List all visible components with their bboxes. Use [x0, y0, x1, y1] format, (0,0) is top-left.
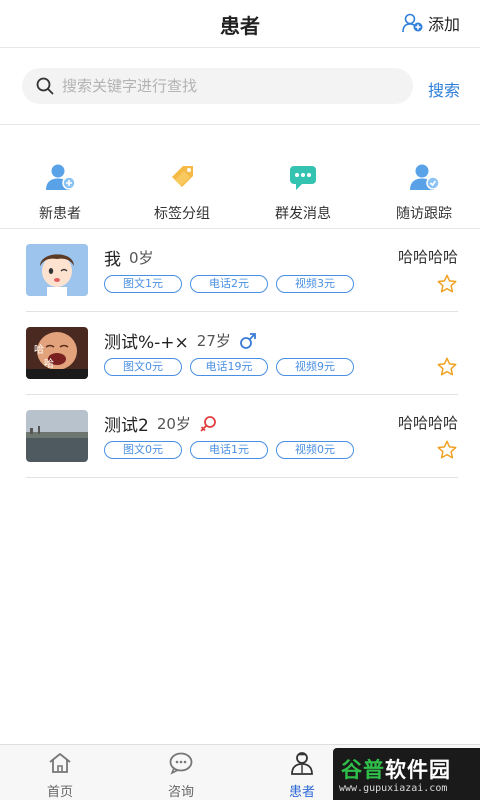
male-icon	[239, 332, 256, 349]
patient-name: 测试%-+×	[104, 333, 189, 353]
patient-age: 27岁	[196, 332, 231, 350]
patient-row[interactable]: 哈 哈 测试%-+× 27岁 图文0元 电话19元 视频9元	[26, 312, 458, 395]
patient-age: 20岁	[156, 415, 191, 433]
watermark-title-a: 谷普	[341, 758, 385, 782]
patient-age: 0岁	[129, 249, 154, 267]
quick-action-label: 群发消息	[275, 206, 331, 222]
top-header: 患者 添加	[0, 0, 480, 48]
chat-icon	[169, 752, 193, 775]
patient-row[interactable]: 测试2 20岁 图文0元 电话1元 视频0元 哈哈哈哈	[26, 395, 458, 478]
patient-row[interactable]: 我 0岁 图文1元 电话2元 视频3元 哈哈哈哈	[26, 229, 458, 312]
star-icon[interactable]	[436, 439, 458, 461]
quick-action-tag-group[interactable]: 标签分组	[127, 163, 237, 223]
add-user-icon	[402, 13, 423, 33]
cartoon-boy-avatar	[26, 244, 88, 296]
quick-action-new-patient[interactable]: 新患者	[5, 163, 115, 223]
search-input[interactable]	[62, 77, 382, 95]
user-add-icon	[46, 164, 76, 190]
add-label: 添加	[427, 15, 460, 34]
laughing-kid-avatar: 哈 哈	[26, 327, 88, 379]
home-icon	[49, 753, 71, 773]
tab-home[interactable]: 首页	[20, 751, 100, 800]
patient-name-line: 我 0岁	[104, 245, 154, 270]
service-tags: 图文0元 电话19元 视频9元	[104, 358, 354, 376]
phone-consult-tag: 电话1元	[190, 441, 268, 459]
quick-action-label: 随访跟踪	[396, 206, 452, 222]
video-consult-tag: 视频9元	[276, 358, 354, 376]
phone-consult-tag: 电话19元	[190, 358, 268, 376]
star-icon[interactable]	[436, 273, 458, 295]
star-icon[interactable]	[436, 356, 458, 378]
avatar-caption-right: 哈	[44, 357, 54, 370]
patient-avatar	[26, 410, 88, 462]
lake-photo-avatar	[26, 410, 88, 462]
patient-name: 我	[104, 250, 121, 270]
watermark-logo: 谷普软件园 www.gupuxiazai.com	[333, 748, 480, 800]
text-consult-tag: 图文0元	[104, 358, 182, 376]
watermark-title-b: 软件园	[385, 758, 451, 782]
tab-patients[interactable]: 患者	[262, 751, 342, 800]
avatar-caption-left: 哈	[34, 343, 44, 356]
patient-avatar: 哈 哈	[26, 327, 88, 379]
tag-icon	[172, 166, 193, 187]
quick-action-label: 新患者	[39, 206, 81, 222]
female-icon	[200, 415, 216, 432]
quick-action-label: 标签分组	[154, 206, 210, 222]
tab-label: 患者	[288, 785, 315, 800]
quick-action-group-message[interactable]: 群发消息	[248, 163, 358, 223]
quick-actions: 新患者 标签分组 群发消息 随访跟踪	[0, 125, 480, 229]
quick-action-follow-up[interactable]: 随访跟踪	[369, 163, 479, 223]
search-bar: 搜索	[0, 48, 480, 125]
service-tags: 图文1元 电话2元 视频3元	[104, 275, 354, 293]
user-follow-icon	[410, 164, 440, 190]
text-consult-tag: 图文1元	[104, 275, 182, 293]
phone-consult-tag: 电话2元	[190, 275, 268, 293]
video-consult-tag: 视频3元	[276, 275, 354, 293]
tab-consult[interactable]: 咨询	[141, 751, 221, 800]
watermark-title: 谷普软件园	[341, 754, 451, 784]
patient-list: 我 0岁 图文1元 电话2元 视频3元 哈哈哈哈 哈 哈 测试%-+× 27岁 …	[26, 229, 458, 478]
add-patient-button[interactable]: 添加	[402, 11, 460, 35]
service-tags: 图文0元 电话1元 视频0元	[104, 441, 354, 459]
watermark-url: www.gupuxiazai.com	[339, 783, 448, 794]
doctor-icon	[291, 752, 313, 775]
patient-note: 哈哈哈哈	[397, 414, 458, 432]
patient-name: 测试2	[104, 416, 149, 436]
text-consult-tag: 图文0元	[104, 441, 182, 459]
tab-label: 首页	[46, 785, 73, 800]
search-button[interactable]: 搜索	[428, 77, 460, 101]
tab-label: 咨询	[167, 785, 194, 800]
patient-name-line: 测试2 20岁	[104, 411, 217, 436]
chat-bubble-icon	[290, 166, 316, 190]
search-icon	[36, 77, 54, 95]
patient-avatar	[26, 244, 88, 296]
patient-name-line: 测试%-+× 27岁	[104, 328, 257, 353]
patient-note: 哈哈哈哈	[397, 248, 458, 266]
video-consult-tag: 视频0元	[276, 441, 354, 459]
search-box[interactable]	[22, 68, 413, 104]
